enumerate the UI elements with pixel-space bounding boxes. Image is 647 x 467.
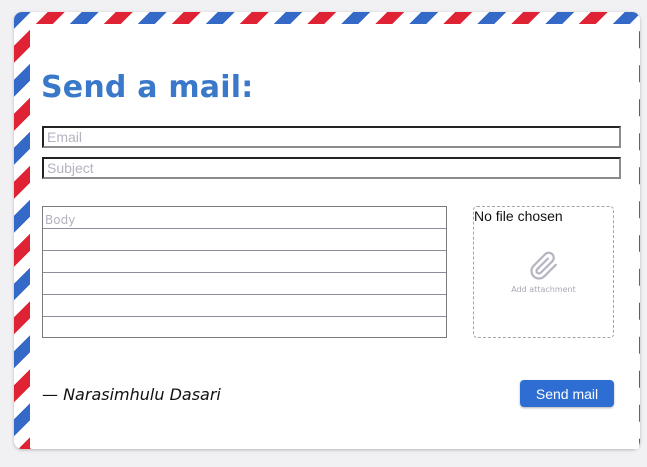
email-field[interactable] [42,126,621,148]
subject-field[interactable] [42,157,621,179]
attachment-dropzone[interactable]: No file chosen Add attachment [473,206,614,338]
file-status-text: No file chosen [474,208,563,224]
body-textarea[interactable] [43,207,446,337]
add-attachment-label: Add attachment [511,285,576,294]
paperclip-icon [529,251,559,286]
author-signature: — Narasimhulu Dasari [42,385,221,404]
body-area [42,206,447,338]
page-title: Send a mail: [41,70,254,105]
send-mail-button[interactable]: Send mail [520,380,614,407]
